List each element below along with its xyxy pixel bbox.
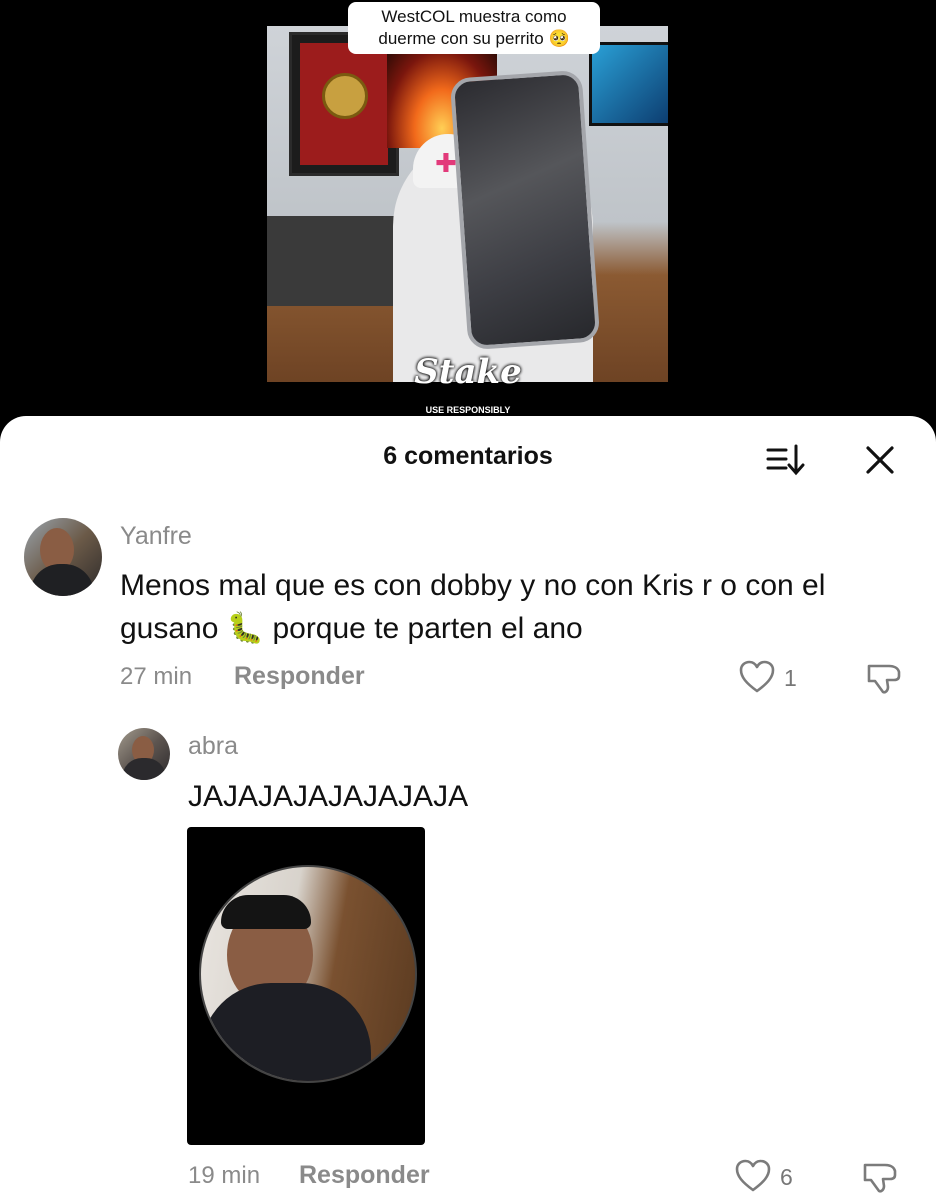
avatar[interactable] — [118, 728, 170, 780]
close-button[interactable] — [858, 438, 902, 482]
like-count: 1 — [784, 665, 797, 691]
sponsor-logo: Stake — [414, 352, 522, 392]
dislike-icon[interactable] — [860, 1159, 900, 1195]
comment-username[interactable]: Yanfre — [120, 522, 192, 551]
profile-photo — [199, 865, 417, 1083]
sponsor-tagline: USE RESPONSIBLY — [425, 405, 511, 415]
comment-attached-image[interactable] — [187, 827, 425, 1145]
avatar[interactable] — [24, 518, 102, 596]
reply-button[interactable]: Responder — [299, 1161, 430, 1190]
sort-icon — [766, 444, 805, 476]
comments-sheet: 6 comentarios Yanfre Menos mal que es co… — [0, 416, 936, 1200]
reply-button[interactable]: Responder — [234, 662, 365, 691]
comment-text: Menos mal que es con dobby y no con Kris… — [120, 569, 826, 645]
heart-icon[interactable] — [738, 659, 776, 695]
video-player[interactable]: ✚ WestCOL muestra como duerme con su per… — [0, 0, 936, 430]
shelf — [267, 216, 397, 306]
close-icon — [866, 446, 894, 474]
comment-timestamp: 27 min — [120, 663, 193, 690]
phone-in-hand — [449, 69, 601, 351]
comment-username[interactable]: abra — [188, 732, 238, 761]
video-caption: WestCOL muestra como duerme con su perri… — [348, 2, 600, 54]
video-frame: ✚ — [267, 26, 668, 382]
like-count: 6 — [780, 1164, 793, 1190]
comment-text: JAJAJAJAJAJAJAJA — [188, 780, 469, 813]
dislike-icon[interactable] — [864, 660, 904, 696]
heart-icon[interactable] — [734, 1158, 772, 1194]
comment-timestamp: 19 min — [188, 1162, 261, 1189]
sort-button[interactable] — [762, 440, 810, 480]
wall-photo — [589, 42, 668, 126]
